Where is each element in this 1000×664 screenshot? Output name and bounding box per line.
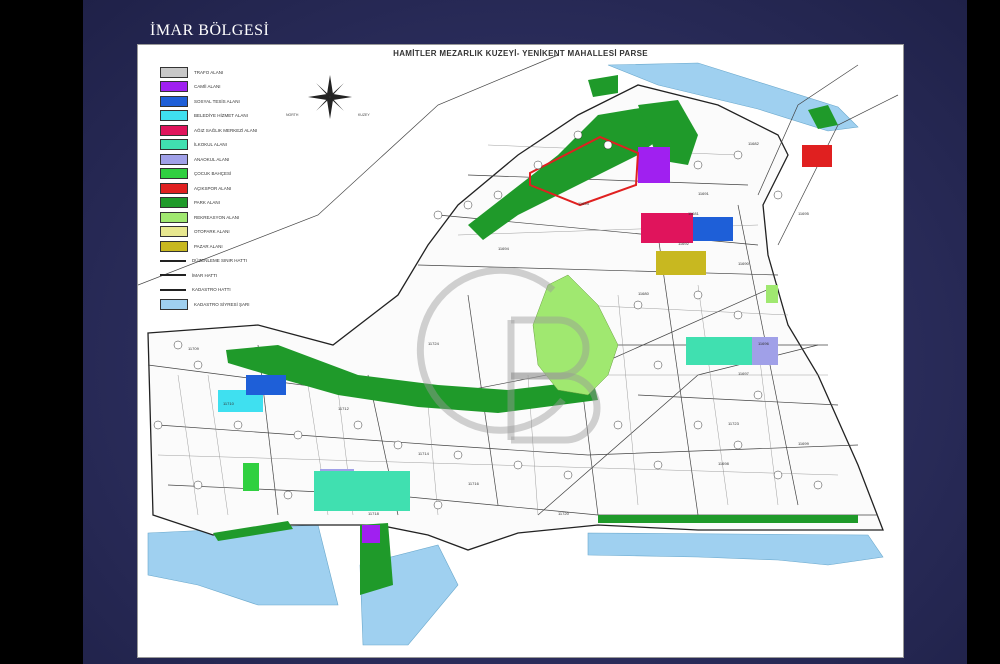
block-number-label: 11693 [578, 201, 590, 206]
compass-label-kuzey: KUZEY [358, 113, 370, 117]
legend-label: CAMİİ ALANI [194, 84, 221, 90]
block-number-label: 11681 [688, 211, 700, 216]
legend-swatch [160, 197, 188, 209]
legend-swatch [160, 288, 186, 291]
legend-item: İMAR HATTI [160, 268, 310, 283]
legend-item: AĞIZ SAĞLIK MERKEZİ ALANI [160, 123, 310, 138]
legend-item: PARK ALANI [160, 196, 310, 211]
legend-label: SOSYAL TESİS ALANI [194, 98, 240, 104]
sports-area [802, 145, 832, 167]
park-strip-east [598, 515, 858, 523]
legend-item: KADASTRO SİYRESİ ŞARI [160, 297, 310, 312]
legend-item: CAMİİ ALANI [160, 80, 310, 95]
legend-label: KADASTRO HATTI [192, 287, 231, 293]
legend-swatch [160, 226, 188, 238]
slide-title: İMAR BÖLGESİ [150, 22, 270, 39]
legend-label: DÜZENLEME SINIR HATTI [192, 258, 247, 264]
map-title: HAMİTLER MEZARLIK KUZEYİ- YENİKENT MAHAL… [393, 49, 648, 58]
legend-label: BELEDİYE HİZMET ALANI [194, 113, 248, 119]
block-number-label: 11698 [718, 461, 730, 466]
legend-item: AÇIKSPOR ALANI [160, 181, 310, 196]
legend-label: TRAFO ALANI [194, 69, 224, 75]
water-area-southeast [587, 532, 884, 566]
social-facility-area [693, 217, 733, 241]
legend-item: TRAFO ALANI [160, 65, 310, 80]
legend-swatch [160, 259, 186, 262]
block-number-label: 11720 [558, 511, 570, 516]
block-number-label: 11699 [798, 441, 810, 446]
legend-swatch [160, 211, 188, 223]
legend-swatch [160, 110, 188, 122]
legend-label: ANAOKUL ALANI [194, 156, 230, 162]
social-facility-area-west [246, 375, 286, 395]
block-number-label: 11690 [738, 261, 750, 266]
health-center-area [641, 213, 693, 243]
legend-item: PAZAR ALANI [160, 239, 310, 254]
block-number-label: 11714 [418, 451, 430, 456]
legend-swatch [160, 95, 188, 107]
legend-swatch [160, 81, 188, 93]
legend-item: ANAOKUL ALANI [160, 152, 310, 167]
primary-school-area-east [686, 337, 752, 365]
legend-item: ÇOCUK BAHÇESİ [160, 167, 310, 182]
legend-item: DÜZENLEME SINIR HATTI [160, 254, 310, 269]
legend-label: PAZAR ALANI [194, 243, 223, 249]
legend-swatch [160, 139, 188, 151]
legend-swatch [160, 274, 186, 277]
legend-label: İLKOKUL ALANI [194, 142, 227, 148]
block-number-label: 11682 [748, 141, 760, 146]
mosque-area [638, 147, 670, 183]
block-number-label: 11696 [758, 341, 770, 346]
mosque-area-south [362, 525, 380, 543]
legend-swatch [160, 66, 188, 78]
block-number-label: 11691 [698, 191, 710, 196]
park-corner-north [588, 75, 618, 97]
block-number-label: 11709 [188, 346, 200, 351]
legend-label: OTOPARK ALANI [194, 229, 230, 235]
block-number-label: 11695 [798, 211, 810, 216]
legend-label: REKREASYON ALANI [194, 214, 240, 220]
market-area [656, 251, 706, 275]
block-number-label: 11716 [468, 481, 480, 486]
legend-item: OTOPARK ALANI [160, 225, 310, 240]
block-number-label: 11710 [223, 401, 235, 406]
block-number-label: 11724 [428, 341, 440, 346]
zoning-map: 11709 11710 11712 11714 11716 11718 11720 11723… [137, 44, 904, 658]
block-number-label: 11692 [678, 241, 690, 246]
block-number-label: 11723 [728, 421, 740, 426]
legend-label: AÇIKSPOR ALANI [194, 185, 232, 191]
legend-item: İLKOKUL ALANI [160, 138, 310, 153]
parking-area [766, 285, 778, 303]
legend-label: İMAR HATTI [192, 272, 218, 278]
block-number-label: 11680 [638, 291, 650, 296]
legend-swatch [160, 124, 188, 136]
legend-swatch [160, 298, 188, 310]
legend-swatch [160, 168, 188, 180]
legend-swatch [160, 182, 188, 194]
legend-item: REKREASYON ALANI [160, 210, 310, 225]
playground-area [243, 463, 259, 491]
block-number-label: 11694 [498, 246, 510, 251]
block-number-label: 11718 [368, 511, 380, 516]
primary-school-area-south [314, 471, 410, 511]
legend-swatch [160, 153, 188, 165]
legend-item: KADASTRO HATTI [160, 283, 310, 298]
compass-rose-icon [308, 75, 352, 119]
legend-label: AĞIZ SAĞLIK MERKEZİ ALANI [194, 127, 258, 133]
block-number-label: 11712 [338, 406, 350, 411]
map-legend: TRAFO ALANI CAMİİ ALANI SOSYAL TESİS ALANI… [160, 65, 310, 312]
legend-label: PARK ALANI [194, 200, 220, 206]
compass-label-north: NORTH [286, 113, 299, 117]
legend-item: SOSYAL TESİS ALANI [160, 94, 310, 109]
legend-label: KADASTRO SİYRESİ ŞARI [194, 301, 250, 307]
legend-swatch [160, 240, 188, 252]
block-number-label: 11697 [738, 371, 750, 376]
legend-label: ÇOCUK BAHÇESİ [194, 171, 232, 177]
